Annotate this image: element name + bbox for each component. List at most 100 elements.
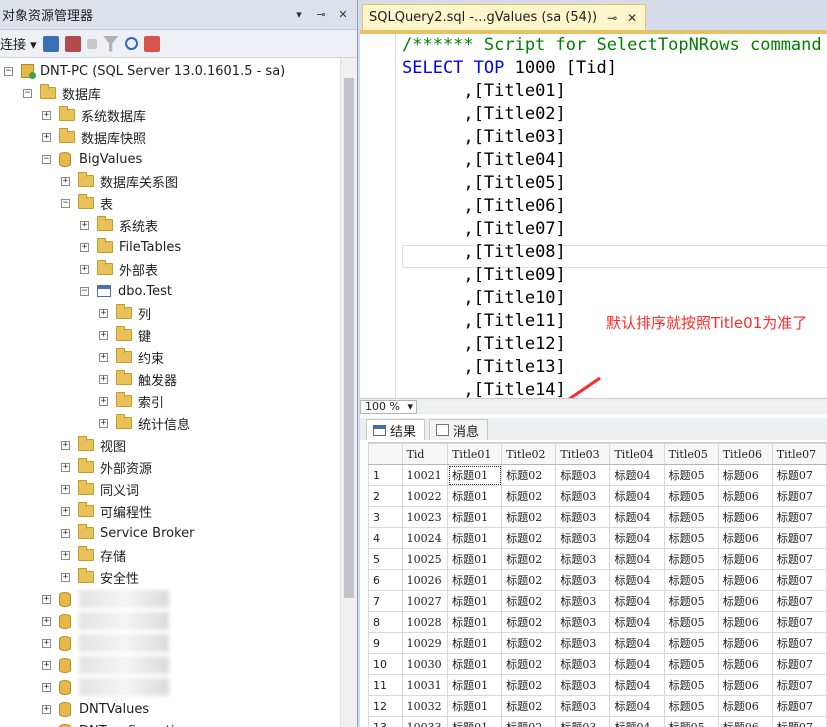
table-cell[interactable]: 标题03 [555,485,611,507]
activity-monitor-icon[interactable] [143,35,160,52]
table-cell[interactable]: 标题01 [447,653,503,675]
row-number[interactable]: 6 [368,569,403,591]
expand-icon[interactable]: + [80,242,89,252]
tree-item[interactable]: + [42,654,169,676]
table-cell[interactable]: 标题06 [717,527,773,549]
table-cell[interactable]: 10021 [401,464,449,486]
table-cell[interactable]: 标题01 [447,674,503,696]
table-cell[interactable]: 标题04 [609,527,665,549]
expand-icon[interactable]: + [99,308,108,318]
expand-icon[interactable]: + [99,396,108,406]
pin-icon[interactable]: ⊸ [607,11,617,25]
table-cell[interactable]: 标题04 [609,569,665,591]
column-header[interactable]: Title01 [447,443,503,465]
row-number[interactable]: 1 [368,464,403,486]
table-cell[interactable]: 标题06 [717,548,773,570]
table-cell[interactable]: 标题03 [555,695,611,717]
expand-icon[interactable]: + [80,264,89,274]
table-cell[interactable]: 标题05 [663,590,719,612]
table-cell[interactable]: 标题02 [501,527,557,549]
table-cell[interactable]: 标题03 [555,506,611,528]
editor-hscrollbar[interactable] [421,400,827,413]
table-cell[interactable]: 标题05 [663,653,719,675]
table-cell[interactable]: 标题02 [501,632,557,654]
table-cell[interactable]: 标题02 [501,716,557,727]
table-cell[interactable]: 标题02 [501,569,557,591]
tree-item[interactable]: + [42,610,169,632]
table-cell[interactable]: 标题07 [771,674,827,696]
table-cell[interactable]: 标题06 [717,653,773,675]
scrollbar-thumb[interactable] [344,78,354,598]
tree-item[interactable]: + 可编程性 [61,500,152,522]
table-cell[interactable]: 标题01 [447,569,503,591]
expand-icon[interactable]: + [42,110,51,120]
tab-sqlquery2[interactable]: SQLQuery2.sql -...gValues (sa (54)) ⊸ ✕ [362,4,647,30]
table-cell[interactable]: 标题07 [771,653,827,675]
table-cell[interactable]: 标题06 [717,569,773,591]
expand-icon[interactable]: + [61,550,70,560]
table-cell[interactable]: 标题07 [771,506,827,528]
tree-item[interactable]: + 存储 [61,544,126,566]
dropdown-icon[interactable]: ▾ [291,8,307,21]
table-cell[interactable]: 标题05 [663,485,719,507]
row-number[interactable]: 12 [368,695,403,717]
table-cell[interactable]: 标题01 [447,506,503,528]
table-cell[interactable]: 标题04 [609,716,665,727]
table-cell[interactable]: 10033 [401,716,449,727]
corner-cell[interactable] [368,443,403,465]
table-cell[interactable]: 标题04 [609,674,665,696]
row-number[interactable]: 13 [368,716,403,727]
table-cell[interactable]: 10032 [401,695,449,717]
table-cell[interactable]: 标题06 [717,590,773,612]
expand-icon[interactable]: + [99,374,108,384]
tree-item[interactable]: + FileTables [80,236,181,258]
table-cell[interactable]: 10025 [401,548,449,570]
row-number[interactable]: 4 [368,527,403,549]
expand-icon[interactable]: + [61,572,70,582]
table-cell[interactable]: 标题01 [447,632,503,654]
table-cell[interactable]: 标题01 [447,548,503,570]
table-cell[interactable]: 10022 [401,485,449,507]
expand-icon[interactable]: + [99,352,108,362]
row-number[interactable]: 9 [368,632,403,654]
code-area[interactable]: /****** Script for SelectTopNRows comman… [402,34,827,398]
table-cell[interactable]: 标题05 [663,464,719,486]
column-header[interactable]: Title05 [663,443,719,465]
tree-scrollbar[interactable] [340,58,357,727]
table-cell[interactable]: 标题02 [501,590,557,612]
table-cell[interactable]: 标题01 [447,611,503,633]
tree-item[interactable]: + 索引 [99,390,164,412]
table-cell[interactable]: 标题04 [609,506,665,528]
table-cell[interactable]: 标题07 [771,632,827,654]
tree-item[interactable]: + 系统数据库 [42,104,146,126]
expand-icon[interactable]: + [42,594,51,604]
row-number[interactable]: 7 [368,590,403,612]
tree-item[interactable]: + 外部资源 [61,456,152,478]
table-cell[interactable]: 标题04 [609,653,665,675]
table-cell[interactable]: 标题04 [609,632,665,654]
table-cell[interactable]: 标题07 [771,464,827,486]
table-cell[interactable]: 标题07 [771,485,827,507]
tree-item[interactable]: + 安全性 [61,566,139,588]
tree-item[interactable]: − 数据库 [23,82,101,104]
table-cell[interactable]: 标题02 [501,548,557,570]
table-cell[interactable]: 标题02 [501,485,557,507]
table-cell[interactable]: 标题07 [771,569,827,591]
column-header[interactable]: Tid [401,443,449,465]
table-cell[interactable]: 标题06 [717,695,773,717]
table-cell[interactable]: 标题07 [771,527,827,549]
row-number[interactable]: 8 [368,611,403,633]
tree-item[interactable]: − BigValues [42,148,142,170]
tree-item[interactable]: + 同义词 [61,478,139,500]
expand-icon[interactable]: + [42,638,51,648]
table-cell[interactable]: 10026 [401,569,449,591]
tree-item[interactable]: + [42,632,169,654]
table-cell[interactable]: 10031 [401,674,449,696]
tree-item[interactable]: + [42,676,169,698]
expand-icon[interactable]: + [61,506,70,516]
table-cell[interactable]: 标题04 [609,548,665,570]
expand-icon[interactable]: + [61,462,70,472]
expand-icon[interactable]: + [42,660,51,670]
row-number[interactable]: 10 [368,653,403,675]
table-cell[interactable]: 标题05 [663,674,719,696]
